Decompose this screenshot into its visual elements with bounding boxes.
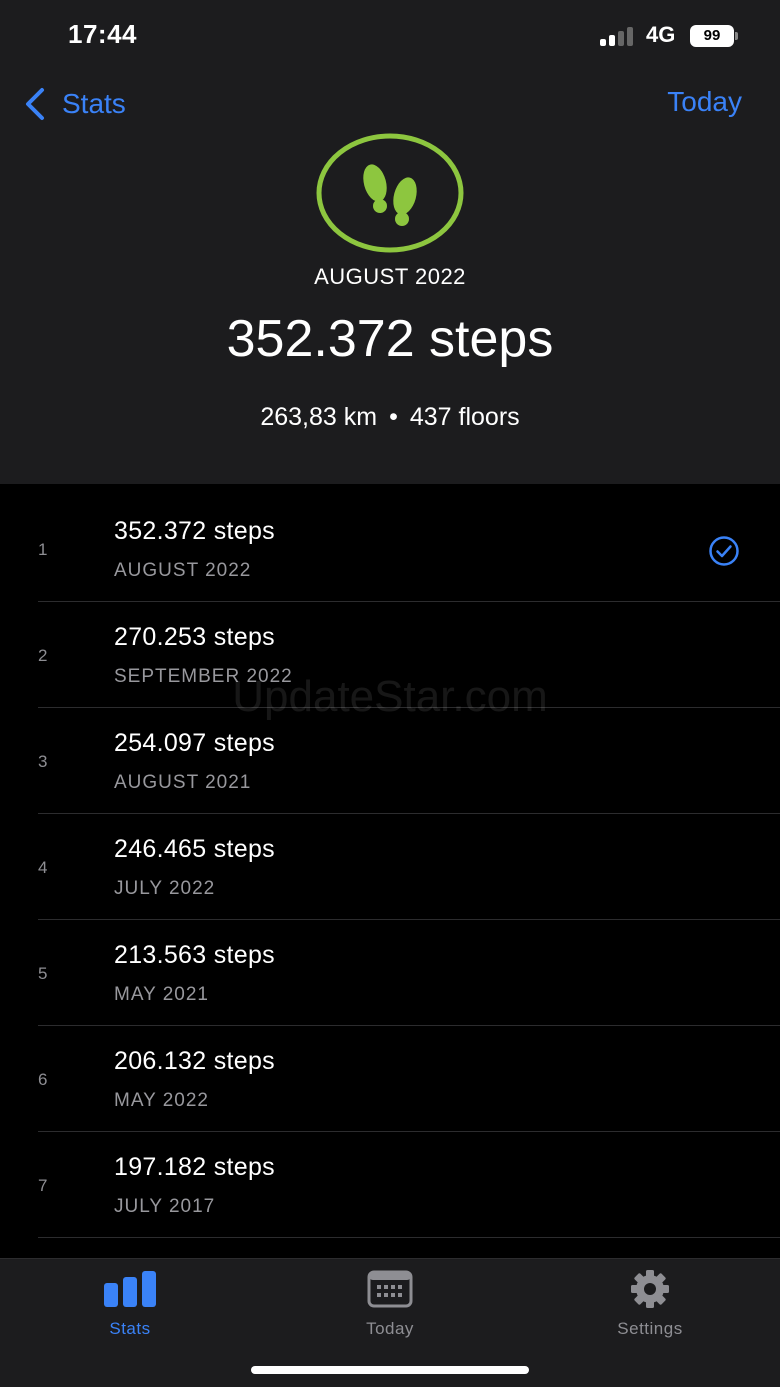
floors-value: 437 floors <box>409 403 520 431</box>
row-steps: 213.563 steps <box>114 941 275 969</box>
ranking-row[interactable]: 4 246.465 steps JULY 2022 <box>0 814 780 920</box>
battery-level: 99 <box>690 25 734 47</box>
rank-number: 6 <box>38 1070 48 1089</box>
back-button[interactable]: Stats <box>22 84 126 124</box>
tab-today-label: Today <box>366 1319 414 1338</box>
ranking-row[interactable]: 5 213.563 steps MAY 2021 <box>0 920 780 1026</box>
status-time: 17:44 <box>68 19 137 49</box>
checkmark-circle-icon <box>709 536 739 566</box>
rank-number: 7 <box>38 1176 48 1195</box>
rank-number: 2 <box>38 646 48 665</box>
footprints-badge-icon <box>316 133 464 253</box>
tab-stats[interactable]: Stats <box>50 1269 210 1345</box>
row-month: JULY 2017 <box>114 1196 216 1217</box>
separator-dot: • <box>389 403 398 431</box>
signal-strength-icon <box>600 26 636 46</box>
tab-today[interactable]: Today <box>310 1269 470 1345</box>
tab-settings[interactable]: Settings <box>570 1269 730 1345</box>
ranking-row[interactable]: 7 197.182 steps JULY 2017 <box>0 1132 780 1238</box>
row-steps: 270.253 steps <box>114 623 275 651</box>
chevron-left-icon <box>26 88 44 120</box>
rank-number: 4 <box>38 858 48 877</box>
total-steps: 352.372 steps <box>226 310 554 368</box>
sub-stats: 263,83 km • 437 floors <box>0 403 780 432</box>
row-month: AUGUST 2022 <box>114 560 252 581</box>
ranking-row[interactable]: 6 206.132 steps MAY 2022 <box>0 1026 780 1132</box>
back-button-label: Stats <box>62 88 126 119</box>
rank-number: 5 <box>38 964 48 983</box>
ranking-row[interactable]: 1 352.372 steps AUGUST 2022 <box>0 496 780 602</box>
rank-number: 3 <box>38 752 48 771</box>
row-steps: 197.182 steps <box>114 1153 275 1181</box>
row-steps: 254.097 steps <box>114 729 275 757</box>
home-indicator[interactable] <box>251 1366 529 1374</box>
tab-settings-label: Settings <box>617 1319 683 1338</box>
rank-number: 1 <box>38 540 48 559</box>
status-bar: 17:44 4G 99 <box>0 0 780 72</box>
distance-value: 263,83 km <box>260 403 378 431</box>
battery-icon: 99 <box>690 25 738 47</box>
row-month: AUGUST 2021 <box>114 772 252 793</box>
row-month: MAY 2021 <box>114 984 209 1005</box>
gear-icon <box>631 1270 669 1308</box>
network-type: 4G <box>646 22 676 47</box>
summary-header: 17:44 4G 99 Stats Today AUGUST 2022 352.… <box>0 0 780 484</box>
ranking-row[interactable]: 3 254.097 steps AUGUST 2021 <box>0 708 780 814</box>
row-month: SEPTEMBER 2022 <box>114 666 293 687</box>
row-steps: 206.132 steps <box>114 1047 275 1075</box>
row-month: MAY 2022 <box>114 1090 209 1111</box>
today-button[interactable]: Today <box>667 86 742 118</box>
ranking-list: 1 352.372 steps AUGUST 2022 2 270.253 st… <box>0 496 780 1238</box>
tab-stats-label: Stats <box>109 1319 151 1338</box>
row-month: JULY 2022 <box>114 878 216 899</box>
ranking-row[interactable]: 2 270.253 steps SEPTEMBER 2022 <box>0 602 780 708</box>
row-steps: 246.465 steps <box>114 835 275 863</box>
period-title: AUGUST 2022 <box>314 264 466 289</box>
bar-chart-icon <box>104 1271 156 1307</box>
row-steps: 352.372 steps <box>114 517 275 545</box>
calendar-icon <box>367 1270 413 1308</box>
